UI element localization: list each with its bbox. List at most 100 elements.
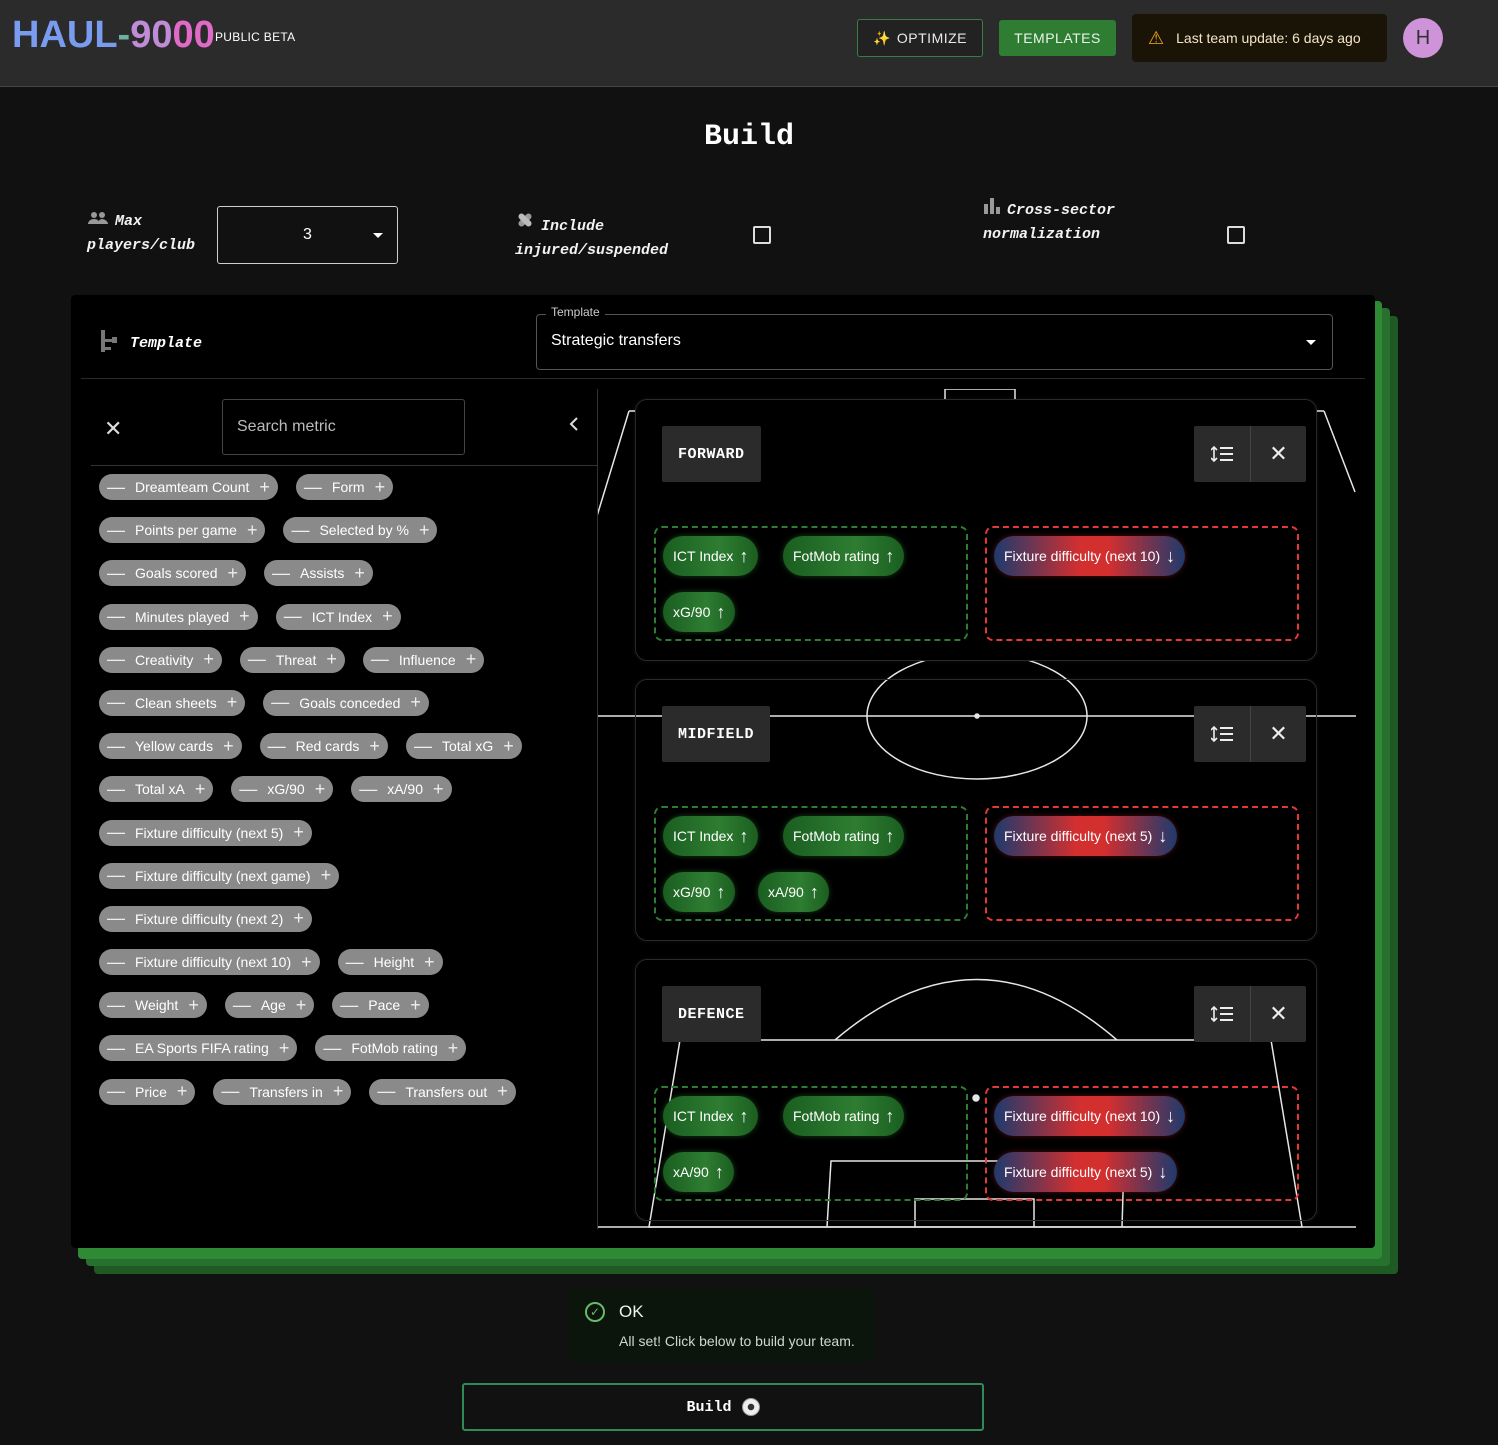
plus-icon[interactable]: + <box>321 865 332 886</box>
plus-icon[interactable]: + <box>369 736 380 757</box>
plus-icon[interactable]: + <box>227 692 238 713</box>
metric-chip[interactable]: — Fixture difficulty (next 5) + <box>99 819 312 846</box>
plus-icon[interactable]: + <box>424 952 435 973</box>
plus-icon[interactable]: + <box>195 779 206 800</box>
close-icon[interactable]: ✕ <box>1250 426 1306 482</box>
arrow-up-icon[interactable]: ↑ <box>716 882 725 903</box>
arrow-down-icon[interactable]: ↓ <box>1166 546 1175 567</box>
metric-chip[interactable]: — xA/90 + <box>351 776 452 803</box>
arrow-up-icon[interactable]: ↑ <box>716 602 725 623</box>
metric-chip[interactable]: — Yellow cards + <box>99 733 242 760</box>
plus-icon[interactable]: + <box>293 908 304 929</box>
arrow-up-icon[interactable]: ↑ <box>715 1162 724 1183</box>
minus-icon[interactable]: — <box>414 736 432 757</box>
arrow-up-icon[interactable]: ↑ <box>885 546 894 567</box>
defence-up-metric-chip[interactable]: xA/90 ↑ <box>663 1152 734 1192</box>
plus-icon[interactable]: + <box>410 995 421 1016</box>
template-select[interactable]: Strategic transfers <box>536 314 1333 370</box>
plus-icon[interactable]: + <box>333 1081 344 1102</box>
plus-icon[interactable]: + <box>247 520 258 541</box>
plus-icon[interactable]: + <box>188 995 199 1016</box>
minus-icon[interactable]: — <box>346 952 364 973</box>
minus-icon[interactable]: — <box>272 563 290 584</box>
metric-chip[interactable]: — Total xG + <box>405 733 522 760</box>
minus-icon[interactable]: — <box>107 692 125 713</box>
build-button[interactable]: Build <box>462 1383 984 1431</box>
plus-icon[interactable]: + <box>419 520 430 541</box>
plus-icon[interactable]: + <box>239 606 250 627</box>
minus-icon[interactable]: — <box>107 606 125 627</box>
search-metric-input[interactable] <box>223 400 464 454</box>
arrow-up-icon[interactable]: ↑ <box>885 826 894 847</box>
metric-chip[interactable]: — Minutes played + <box>99 603 258 630</box>
minus-icon[interactable]: — <box>107 649 125 670</box>
templates-button[interactable]: TEMPLATES <box>999 20 1116 56</box>
metric-chip[interactable]: — Fixture difficulty (next 10) + <box>99 949 320 976</box>
plus-icon[interactable]: + <box>223 736 234 757</box>
user-avatar[interactable]: H <box>1403 18 1443 58</box>
metric-chip[interactable]: — Total xA + <box>99 776 214 803</box>
plus-icon[interactable]: + <box>375 477 386 498</box>
defence-down-metric-chip[interactable]: Fixture difficulty (next 5) ↓ <box>994 1152 1178 1192</box>
minus-icon[interactable]: — <box>107 1038 125 1059</box>
arrow-up-icon[interactable]: ↑ <box>739 1106 748 1127</box>
metric-chip[interactable]: — Weight + <box>99 992 207 1019</box>
midfield-up-metric-chip[interactable]: xA/90 ↑ <box>758 872 829 912</box>
optimize-button[interactable]: ✨ OPTIMIZE <box>857 19 983 57</box>
metric-chip[interactable]: — Creativity + <box>99 646 222 673</box>
midfield-down-metric-chip[interactable]: Fixture difficulty (next 5) ↓ <box>994 816 1178 856</box>
defence-down-metric-chip[interactable]: Fixture difficulty (next 10) ↓ <box>994 1096 1186 1136</box>
metric-chip[interactable]: — Fixture difficulty (next 2) + <box>99 905 312 932</box>
metric-chip[interactable]: — xG/90 + <box>231 776 334 803</box>
close-icon[interactable]: ✕ <box>1250 986 1306 1042</box>
forward-up-metric-chip[interactable]: ICT Index ↑ <box>663 536 759 576</box>
plus-icon[interactable]: + <box>382 606 393 627</box>
metric-chip[interactable]: — Dreamteam Count + <box>99 474 278 500</box>
plus-icon[interactable]: + <box>433 779 444 800</box>
arrow-up-icon[interactable]: ↑ <box>739 826 748 847</box>
arrow-up-icon[interactable]: ↑ <box>739 546 748 567</box>
plus-icon[interactable]: + <box>279 1038 290 1059</box>
plus-icon[interactable]: + <box>448 1038 459 1059</box>
metric-chip[interactable]: — Points per game + <box>99 517 266 544</box>
minus-icon[interactable]: — <box>107 908 125 929</box>
minus-icon[interactable]: — <box>323 1038 341 1059</box>
minus-icon[interactable]: — <box>221 1081 239 1102</box>
plus-icon[interactable]: + <box>296 995 307 1016</box>
app-logo[interactable]: HAUL-9000 <box>12 14 215 57</box>
arrow-down-icon[interactable]: ↓ <box>1158 826 1167 847</box>
defence-up-metric-chip[interactable]: ICT Index ↑ <box>663 1096 759 1136</box>
minus-icon[interactable]: — <box>107 520 125 541</box>
injured-checkbox[interactable] <box>753 226 771 244</box>
arrow-down-icon[interactable]: ↓ <box>1166 1106 1175 1127</box>
minus-icon[interactable]: — <box>248 649 266 670</box>
max-players-select[interactable]: 3 <box>217 206 398 264</box>
minus-icon[interactable]: — <box>107 822 125 843</box>
metric-chip[interactable]: — EA Sports FIFA rating + <box>99 1035 298 1062</box>
metric-chip[interactable]: — Form + <box>295 474 394 500</box>
plus-icon[interactable]: + <box>410 692 421 713</box>
minus-icon[interactable]: — <box>107 779 125 800</box>
metric-chip[interactable]: — Red cards + <box>259 733 388 760</box>
close-icon[interactable]: ✕ <box>1250 706 1306 762</box>
plus-icon[interactable]: + <box>503 736 514 757</box>
metric-chip[interactable]: — FotMob rating + <box>315 1035 467 1062</box>
minus-icon[interactable]: — <box>107 736 125 757</box>
arrow-down-icon[interactable]: ↓ <box>1158 1162 1167 1183</box>
minus-icon[interactable]: — <box>233 995 251 1016</box>
minus-icon[interactable]: — <box>107 865 125 886</box>
minus-icon[interactable]: — <box>107 1081 125 1102</box>
minus-icon[interactable]: — <box>271 692 289 713</box>
plus-icon[interactable]: + <box>497 1081 508 1102</box>
minus-icon[interactable]: — <box>107 952 125 973</box>
minus-icon[interactable]: — <box>304 477 322 498</box>
metric-chip[interactable]: — ICT Index + <box>275 603 401 630</box>
metric-chip[interactable]: — Selected by % + <box>283 517 438 544</box>
defence-up-metric-chip[interactable]: FotMob rating ↑ <box>783 1096 905 1136</box>
plus-icon[interactable]: + <box>259 477 270 498</box>
midfield-up-metric-chip[interactable]: ICT Index ↑ <box>663 816 759 856</box>
metric-chip[interactable]: — Clean sheets + <box>99 689 246 716</box>
search-box[interactable] <box>222 399 465 455</box>
minus-icon[interactable]: — <box>359 779 377 800</box>
arrow-up-icon[interactable]: ↑ <box>885 1106 894 1127</box>
